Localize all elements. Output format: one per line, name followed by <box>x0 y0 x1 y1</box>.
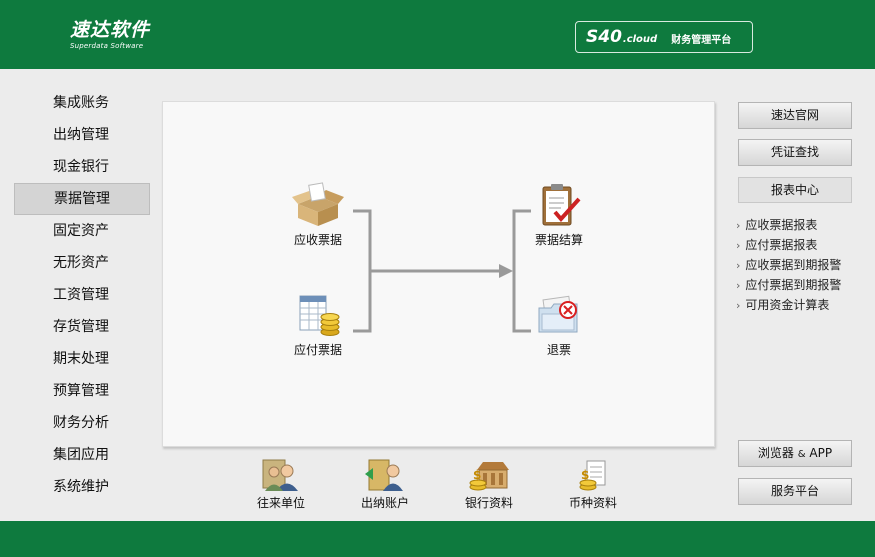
browser-app-amp: & <box>797 449 806 460</box>
chevron-right-icon: › <box>736 299 741 312</box>
cashier-account-icon <box>365 459 403 491</box>
footer-bar <box>0 521 875 557</box>
report-link-label: 应收票据报表 <box>745 218 818 232</box>
receivable-bills-item[interactable]: 应收票据 <box>273 182 363 248</box>
cashier-account-label: 出纳账户 <box>360 496 409 510</box>
sidebar-item-bills[interactable]: 票据管理 <box>14 183 150 215</box>
quick-link-currency[interactable]: $ 币种资料 <box>548 458 638 511</box>
superdata-logo: 速达软件 Superdata Software <box>70 19 150 51</box>
platform-cloud: .cloud <box>622 34 658 45</box>
report-link-payable-due[interactable]: › 应付票据到期报警 <box>736 275 841 295</box>
chevron-right-icon: › <box>736 219 741 232</box>
sidebar-item-period-end[interactable]: 期末处理 <box>14 343 150 375</box>
logo-chinese: 速达软件 <box>70 19 151 41</box>
report-link-label: 应收票据到期报警 <box>745 258 842 272</box>
currency-label: 币种资料 <box>568 496 617 510</box>
chevron-right-icon: › <box>736 279 741 292</box>
browser-app-button[interactable]: 浏览器 & APP <box>738 440 852 467</box>
quick-link-cashier-account[interactable]: 出纳账户 <box>340 458 430 511</box>
official-site-button[interactable]: 速达官网 <box>738 102 852 129</box>
flow-arrow-head <box>499 264 513 278</box>
quick-link-bank-info[interactable]: $ 银行资料 <box>444 458 534 511</box>
chevron-right-icon: › <box>736 239 741 252</box>
payable-bills-label: 应付票据 <box>293 343 342 357</box>
receivable-bills-label: 应收票据 <box>293 233 342 247</box>
sidebar-item-budget[interactable]: 预算管理 <box>14 375 150 407</box>
report-link-label: 应付票据到期报警 <box>745 278 842 292</box>
service-platform-button[interactable]: 服务平台 <box>738 478 852 505</box>
spreadsheet-coins-icon <box>299 295 340 336</box>
open-box-icon <box>292 182 344 226</box>
currency-icon: $ <box>579 460 606 491</box>
folder-cancel-icon <box>538 295 578 333</box>
bank-icon: $ <box>469 462 509 491</box>
bill-flow-panel: 应收票据 应付票据 票据结算 退票 <box>162 101 715 447</box>
contacts-icon <box>262 459 298 491</box>
report-link-available-funds[interactable]: › 可用资金计算表 <box>736 295 841 315</box>
report-link-label: 应付票据报表 <box>745 238 818 252</box>
sidebar-item-cash-bank[interactable]: 现金银行 <box>14 151 150 183</box>
refund-bill-label: 退票 <box>546 343 571 357</box>
chevron-right-icon: › <box>736 259 741 272</box>
platform-name: 财务管理平台 <box>671 34 732 46</box>
browser-app-label-a: 浏览器 <box>757 446 794 460</box>
svg-text:$: $ <box>581 468 589 482</box>
sidebar-item-financial-analysis[interactable]: 财务分析 <box>14 407 150 439</box>
voucher-search-button[interactable]: 凭证查找 <box>738 139 852 166</box>
payable-bills-item[interactable]: 应付票据 <box>273 292 363 358</box>
browser-app-label-b: APP <box>809 446 833 460</box>
report-link-payable[interactable]: › 应付票据报表 <box>736 235 841 255</box>
platform-badge: S40 .cloud 财务管理平台 <box>575 21 753 53</box>
sidebar-item-fixed-assets[interactable]: 固定资产 <box>14 215 150 247</box>
sidebar-item-group-apps[interactable]: 集团应用 <box>14 439 150 471</box>
report-link-label: 可用资金计算表 <box>745 298 830 312</box>
sidebar-item-inventory[interactable]: 存货管理 <box>14 311 150 343</box>
sidebar-nav: 集成账务 出纳管理 现金银行 票据管理 固定资产 无形资产 工资管理 存货管理 … <box>14 87 150 503</box>
report-link-receivable-due[interactable]: › 应收票据到期报警 <box>736 255 841 275</box>
report-link-receivable[interactable]: › 应收票据报表 <box>736 215 841 235</box>
bank-info-label: 银行资料 <box>464 496 513 510</box>
sidebar-item-system-maintenance[interactable]: 系统维护 <box>14 471 150 503</box>
sidebar-item-integrated-accounts[interactable]: 集成账务 <box>14 87 150 119</box>
bill-settlement-item[interactable]: 票据结算 <box>514 182 604 248</box>
logo-english: Superdata Software <box>70 42 144 50</box>
header-bar: 速达软件 Superdata Software S40 .cloud 财务管理平… <box>0 0 875 69</box>
report-list: › 应收票据报表 › 应付票据报表 › 应收票据到期报警 › 应付票据到期报警 › 可用资… <box>736 215 841 315</box>
sidebar-item-intangible-assets[interactable]: 无形资产 <box>14 247 150 279</box>
quick-link-contacts[interactable]: 往来单位 <box>236 458 326 511</box>
report-center-header: 报表中心 <box>738 177 852 203</box>
platform-brand: S40 <box>586 27 622 47</box>
flow-connectors <box>353 209 531 333</box>
bill-settlement-label: 票据结算 <box>534 233 583 247</box>
refund-bill-item[interactable]: 退票 <box>514 292 604 358</box>
clipboard-check-icon <box>542 184 581 226</box>
contacts-label: 往来单位 <box>256 496 305 510</box>
sidebar-item-cashier[interactable]: 出纳管理 <box>14 119 150 151</box>
svg-text:$: $ <box>473 468 481 482</box>
sidebar-item-payroll[interactable]: 工资管理 <box>14 279 150 311</box>
